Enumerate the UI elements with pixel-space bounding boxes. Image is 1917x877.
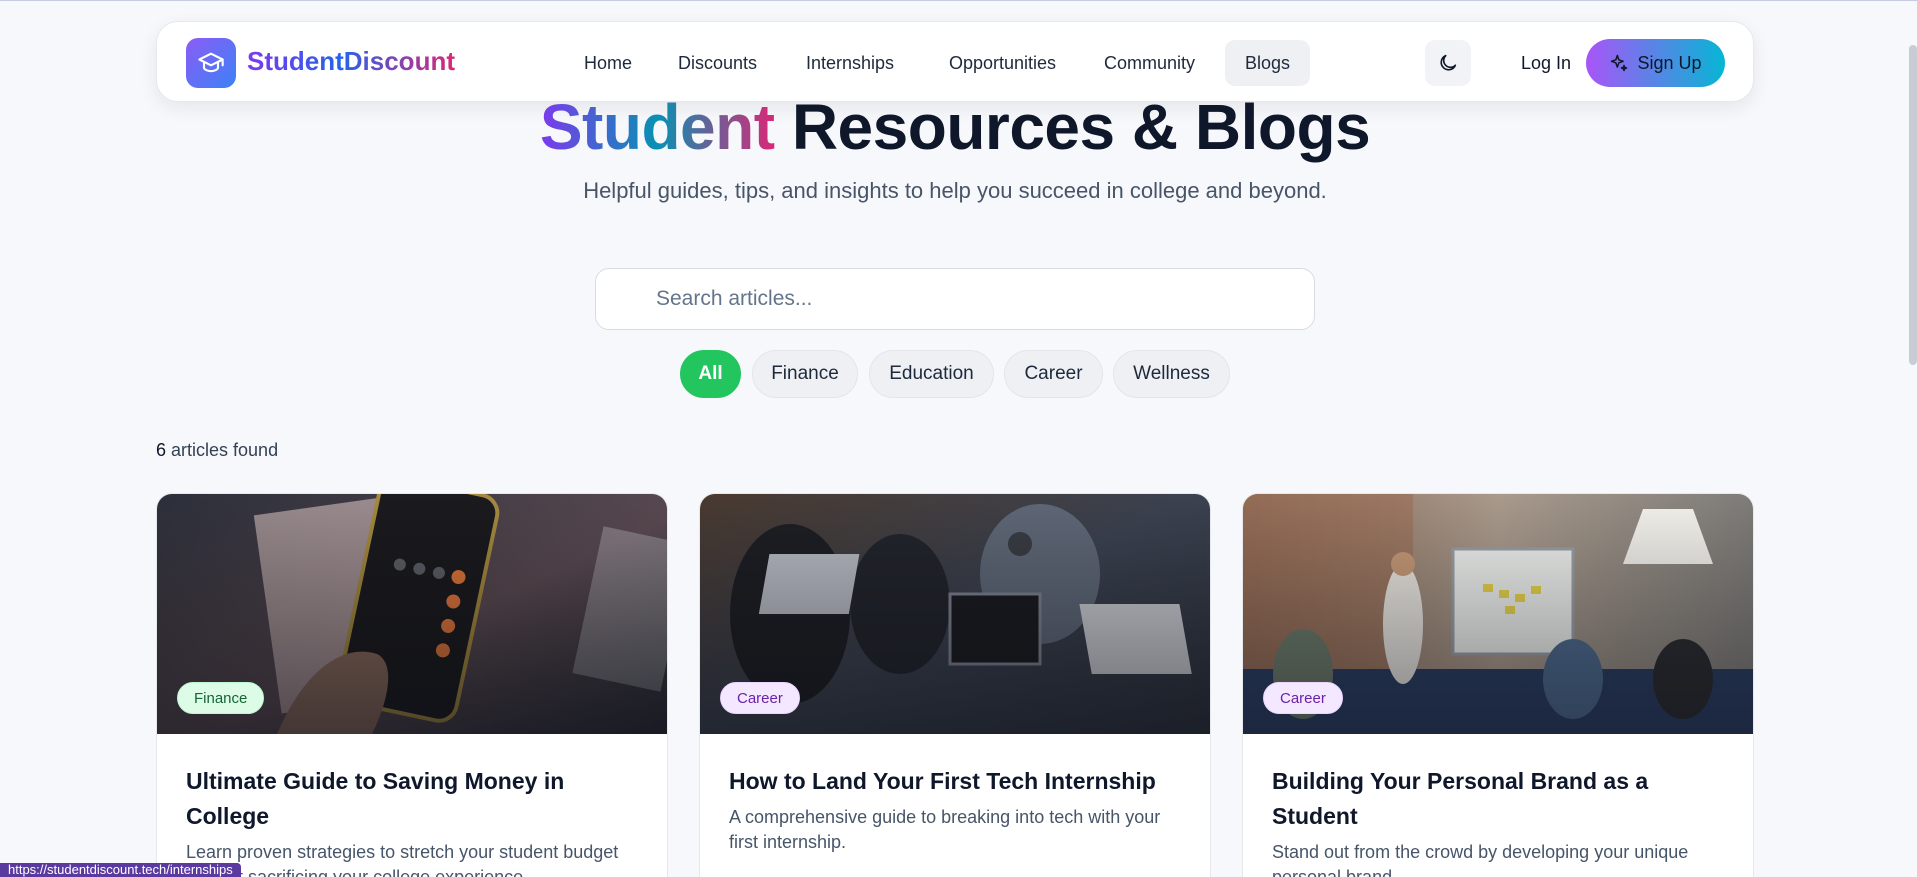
results-count: 6 articles found	[156, 440, 278, 461]
graduation-cap-icon	[198, 52, 224, 73]
article-title[interactable]: Building Your Personal Brand as a Studen…	[1272, 764, 1732, 834]
category-badge: Finance	[177, 682, 265, 714]
filter-all[interactable]: All	[680, 350, 741, 398]
signup-button[interactable]: Sign Up	[1586, 39, 1725, 87]
moon-icon	[1440, 54, 1457, 71]
article-card[interactable]: Finance Ultimate Guide to Saving Money i…	[156, 493, 668, 877]
login-button[interactable]: Log In	[1505, 40, 1587, 86]
status-bar-url: https://studentdiscount.tech/internships	[0, 863, 241, 877]
page-title-highlight: Student	[539, 91, 775, 163]
search-input[interactable]	[595, 268, 1315, 330]
filter-finance[interactable]: Finance	[752, 350, 858, 398]
nav-home[interactable]: Home	[564, 40, 652, 86]
article-title[interactable]: How to Land Your First Tech Internship	[729, 764, 1189, 799]
page-title-rest: Resources & Blogs	[774, 91, 1371, 163]
filter-wellness[interactable]: Wellness	[1113, 350, 1230, 398]
nav-opportunities[interactable]: Opportunities	[929, 40, 1076, 86]
article-image: Career	[700, 494, 1210, 734]
logo-badge[interactable]	[186, 38, 236, 88]
window-top-border	[0, 0, 1917, 1]
category-badge: Career	[1263, 682, 1343, 714]
nav-community[interactable]: Community	[1084, 40, 1215, 86]
article-description: A comprehensive guide to breaking into t…	[729, 807, 1161, 852]
nav-blogs[interactable]: Blogs	[1225, 40, 1311, 86]
results-count-label: articles found	[166, 440, 279, 460]
page-title: Student Resources & Blogs	[0, 90, 1910, 164]
article-description: Stand out from the crowd by developing y…	[1272, 842, 1689, 877]
page-subtitle: Helpful guides, tips, and insights to he…	[583, 178, 1327, 203]
scrollbar-thumb[interactable]	[1909, 45, 1917, 365]
article-card[interactable]: Career Building Your Personal Brand as a…	[1242, 493, 1754, 877]
article-image: Career	[1243, 494, 1753, 734]
category-badge: Career	[720, 682, 800, 714]
filter-career[interactable]: Career	[1004, 350, 1103, 398]
results-count-number: 6	[156, 440, 167, 460]
article-title[interactable]: Ultimate Guide to Saving Money in Colleg…	[186, 764, 646, 834]
brand-name[interactable]: StudentDiscount	[247, 46, 455, 77]
theme-toggle-button[interactable]	[1425, 40, 1471, 86]
article-image: Finance	[157, 494, 667, 734]
filter-education[interactable]: Education	[869, 350, 994, 398]
article-description: Learn proven strategies to stretch your …	[186, 842, 619, 877]
sparkles-icon	[1611, 54, 1628, 72]
nav-discounts[interactable]: Discounts	[658, 40, 777, 86]
nav-internships[interactable]: Internships	[786, 40, 914, 86]
article-card[interactable]: Career How to Land Your First Tech Inter…	[699, 493, 1211, 877]
signup-label: Sign Up	[1637, 52, 1702, 73]
